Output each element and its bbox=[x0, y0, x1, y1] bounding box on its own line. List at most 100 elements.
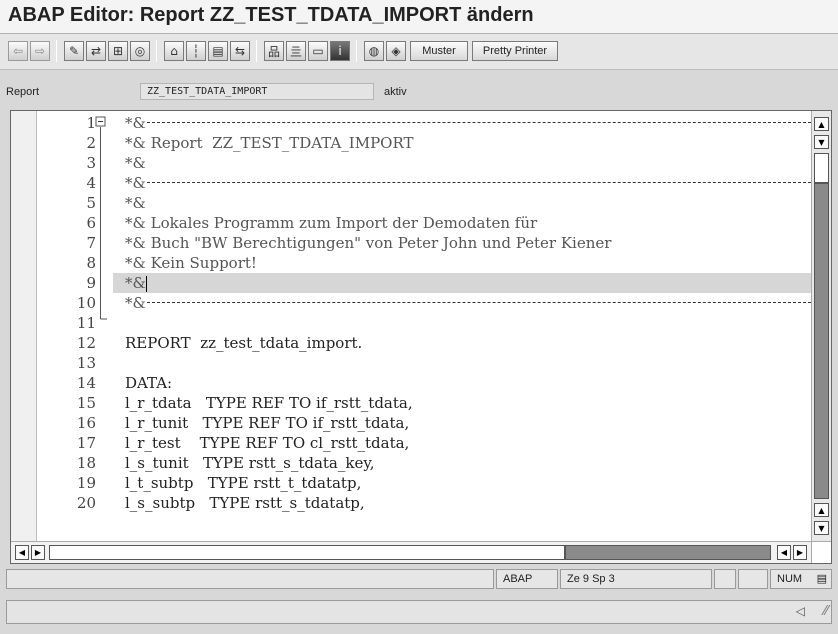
code-line[interactable]: l_s_subtp TYPE rstt_s_tdatatp, bbox=[113, 493, 811, 513]
code-text: *& Lokales Programm zum Import der Demod… bbox=[125, 214, 538, 232]
window-title: ABAP Editor: Report ZZ_TEST_TDATA_IMPORT… bbox=[8, 4, 534, 26]
active-inactive-icon[interactable]: ⇄ bbox=[86, 41, 106, 61]
code-text: l_r_tunit TYPE REF TO if_rstt_tdata, bbox=[125, 414, 410, 432]
code-line[interactable]: *& bbox=[113, 113, 811, 133]
code-editor[interactable]: 1 2 3 4 5 6 7 8 9 10 11 12 13 14 15 16 17 18 19 20 *& *& Rep… bbox=[10, 110, 832, 564]
status-numlock: NUM ▤ bbox=[770, 569, 832, 589]
comment-separator bbox=[147, 122, 811, 123]
settings-icon[interactable]: ◈ bbox=[386, 41, 406, 61]
line-number: 12 bbox=[76, 334, 96, 352]
code-line[interactable]: *& Lokales Programm zum Import der Demod… bbox=[113, 213, 811, 233]
resize-grip-icon[interactable]: ⁄⁄ bbox=[824, 604, 828, 619]
code-text: *& Buch "BW Berechtigungen" von Peter Jo… bbox=[125, 234, 612, 252]
scroll-up-icon[interactable]: ▲ bbox=[814, 503, 829, 517]
hierarchy-icon[interactable]: 品 bbox=[264, 41, 284, 61]
toolbar-separator bbox=[256, 40, 257, 62]
navigation-window-icon[interactable]: ⇆ bbox=[230, 41, 250, 61]
code-text: *& Report ZZ_TEST_TDATA_IMPORT bbox=[125, 134, 414, 152]
help-icon[interactable]: ◍ bbox=[364, 41, 384, 61]
code-line[interactable] bbox=[113, 313, 811, 333]
info-icon[interactable]: i bbox=[330, 41, 350, 61]
display-change-icon[interactable]: ✎ bbox=[64, 41, 84, 61]
application-toolbar: ⇦ ⇨ ✎ ⇄ ⊞ ◎ ⌂ ┆ ▤ ⇆ 品 亖 ▭ i ◍ ◈ Muster P… bbox=[0, 34, 838, 70]
scroll-down-icon[interactable]: ▼ bbox=[814, 135, 829, 149]
code-text: l_s_subtp TYPE rstt_s_tdatatp, bbox=[125, 494, 365, 512]
line-number: 19 bbox=[76, 474, 96, 492]
code-text: REPORT zz_test_tdata_import. bbox=[125, 334, 363, 352]
line-number: 13 bbox=[76, 354, 96, 372]
code-text: *& bbox=[125, 174, 146, 192]
scroll-left-icon[interactable]: ◀ bbox=[15, 545, 29, 560]
text-cursor bbox=[145, 276, 147, 292]
activate-icon[interactable]: ⌂ bbox=[164, 41, 184, 61]
test-icon[interactable]: ┆ bbox=[186, 41, 206, 61]
code-line[interactable]: *& bbox=[113, 153, 811, 173]
back-arrow-icon[interactable]: ⇦ bbox=[8, 41, 28, 61]
forward-arrow-icon[interactable]: ⇨ bbox=[30, 41, 50, 61]
code-line[interactable]: l_t_subtp TYPE rstt_t_tdatatp, bbox=[113, 473, 811, 493]
check-icon[interactable]: ◎ bbox=[130, 41, 150, 61]
status-language: ABAP bbox=[496, 569, 558, 589]
object-list-icon[interactable]: ⊞ bbox=[108, 41, 128, 61]
block-icon[interactable]: ▭ bbox=[308, 41, 328, 61]
code-text: l_t_subtp TYPE rstt_t_tdatatp, bbox=[125, 474, 362, 492]
insert-statement-icon[interactable]: 亖 bbox=[286, 41, 306, 61]
title-bar: ABAP Editor: Report ZZ_TEST_TDATA_IMPORT… bbox=[0, 0, 838, 34]
code-line[interactable]: *& Kein Support! bbox=[113, 253, 811, 273]
pretty-printer-button[interactable]: Pretty Printer bbox=[472, 41, 558, 61]
code-text: DATA: bbox=[125, 374, 173, 392]
code-text: l_s_tunit TYPE rstt_s_tdata_key, bbox=[125, 454, 375, 472]
code-line[interactable]: *& bbox=[113, 173, 811, 193]
code-line[interactable]: l_r_test TYPE REF TO cl_rstt_tdata, bbox=[113, 433, 811, 453]
horizontal-track[interactable] bbox=[565, 545, 771, 560]
status-message bbox=[6, 569, 494, 589]
scroll-track[interactable] bbox=[814, 183, 829, 499]
horizontal-scrollbar[interactable]: ◀ ▶ ◀ ▶ bbox=[11, 541, 813, 563]
status-toggle-icon[interactable]: ◁ bbox=[796, 604, 805, 618]
code-text: l_r_tdata TYPE REF TO if_rstt_tdata, bbox=[125, 394, 413, 412]
sap-window: ABAP Editor: Report ZZ_TEST_TDATA_IMPORT… bbox=[0, 0, 838, 634]
code-text: *& bbox=[125, 114, 146, 132]
code-text: *& bbox=[125, 274, 146, 292]
scroll-left-icon[interactable]: ◀ bbox=[777, 545, 791, 560]
code-line[interactable]: *& bbox=[113, 293, 811, 313]
code-area[interactable]: *& *& Report ZZ_TEST_TDATA_IMPORT *& *& *& *&… bbox=[113, 111, 811, 541]
scroll-right-icon[interactable]: ▶ bbox=[31, 545, 45, 560]
code-line[interactable]: *& bbox=[113, 193, 811, 213]
horizontal-thumb[interactable] bbox=[49, 545, 565, 560]
scroll-right-icon[interactable]: ▶ bbox=[793, 545, 807, 560]
overwrite-mode-icon[interactable]: ▤ bbox=[817, 570, 827, 588]
scroll-down-icon[interactable]: ▼ bbox=[814, 521, 829, 535]
code-line[interactable]: l_r_tdata TYPE REF TO if_rstt_tdata, bbox=[113, 393, 811, 413]
toolbar-separator bbox=[356, 40, 357, 62]
report-label: Report bbox=[6, 86, 40, 98]
code-text: *& bbox=[125, 154, 146, 172]
line-number: 11 bbox=[76, 314, 96, 332]
scroll-up-icon[interactable]: ▲ bbox=[814, 117, 829, 131]
code-text: l_r_test TYPE REF TO cl_rstt_tdata, bbox=[125, 434, 410, 452]
current-code-line[interactable]: *& bbox=[113, 273, 811, 293]
comment-separator bbox=[147, 302, 811, 303]
code-line[interactable]: REPORT zz_test_tdata_import. bbox=[113, 333, 811, 353]
where-used-icon[interactable]: ▤ bbox=[208, 41, 228, 61]
code-text: *& Kein Support! bbox=[125, 254, 257, 272]
scroll-thumb[interactable] bbox=[814, 153, 829, 183]
vertical-scrollbar[interactable]: ▲ ▼ ▲ ▼ bbox=[811, 111, 831, 541]
code-line[interactable]: l_s_tunit TYPE rstt_s_tdata_key, bbox=[113, 453, 811, 473]
code-line[interactable]: *& Report ZZ_TEST_TDATA_IMPORT bbox=[113, 133, 811, 153]
line-number: 18 bbox=[76, 454, 96, 472]
scroll-corner bbox=[811, 541, 831, 563]
status-empty bbox=[714, 569, 736, 589]
muster-button[interactable]: Muster bbox=[410, 41, 468, 61]
code-line[interactable]: l_r_tunit TYPE REF TO if_rstt_tdata, bbox=[113, 413, 811, 433]
code-line[interactable]: DATA: bbox=[113, 373, 811, 393]
code-line[interactable] bbox=[113, 353, 811, 373]
system-status-bar: ◁ ⁄⁄ bbox=[6, 600, 832, 624]
breakpoint-gutter[interactable] bbox=[11, 111, 37, 541]
toolbar-separator bbox=[156, 40, 157, 62]
code-line[interactable]: *& Buch "BW Berechtigungen" von Peter Jo… bbox=[113, 233, 811, 253]
line-number: 14 bbox=[76, 374, 96, 392]
code-text: *& bbox=[125, 194, 146, 212]
